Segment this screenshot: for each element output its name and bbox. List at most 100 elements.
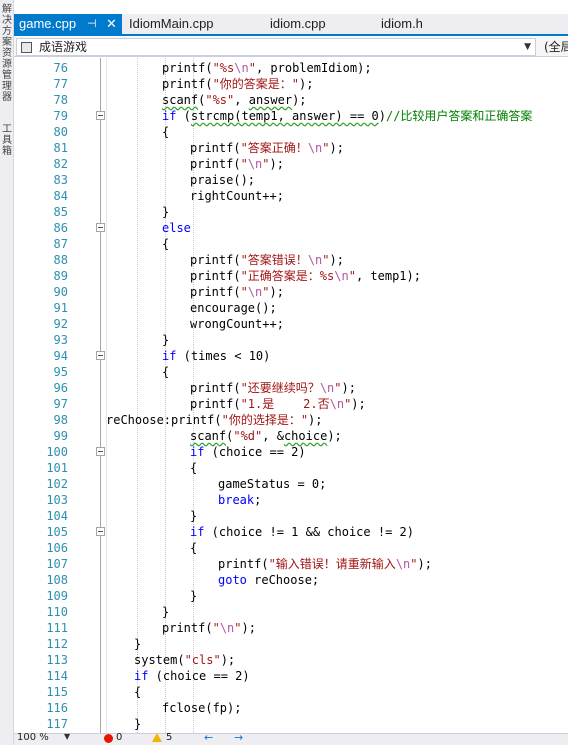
code-line[interactable]: 89 printf("正确答案是：%s\n", temp1);: [14, 268, 568, 284]
solution-explorer-tab[interactable]: 解决方案资源管理器: [1, 4, 13, 103]
code-line[interactable]: 85}: [14, 204, 568, 220]
code-line[interactable]: 83 praise();: [14, 172, 568, 188]
code-line[interactable]: 106 {: [14, 540, 568, 556]
error-count[interactable]: 0: [116, 732, 122, 743]
code-line[interactable]: 80 {: [14, 124, 568, 140]
code-text: }: [162, 333, 170, 347]
code-line[interactable]: 77 printf("你的答案是：");: [14, 76, 568, 92]
line-number: 85: [53, 205, 68, 219]
member-dropdown[interactable]: (全局: [544, 37, 568, 57]
side-panel-strip: 解决方案资源管理器 工具箱: [0, 0, 14, 745]
code-line[interactable]: 99 scanf("%d", &choice);: [14, 428, 568, 444]
error-icon[interactable]: [104, 734, 113, 743]
code-line[interactable]: 117}: [14, 716, 568, 732]
code-line[interactable]: 97 printf("1.是 2.否\n");: [14, 396, 568, 412]
code-text: printf("输入错误！请重新输入\n");: [218, 557, 432, 571]
line-number: 103: [46, 493, 68, 507]
code-text: break;: [218, 493, 262, 507]
code-line[interactable]: 108 goto reChoose;: [14, 572, 568, 588]
code-text: rightCount++;: [190, 189, 284, 203]
tab-label: game.cpp: [19, 16, 77, 31]
code-text: scanf("%d", &choice);: [190, 429, 342, 443]
code-line[interactable]: 94 if (times < 10): [14, 348, 568, 364]
code-line[interactable]: 82 printf("\n");: [14, 156, 568, 172]
line-number: 111: [46, 621, 68, 635]
code-line[interactable]: 95 {: [14, 364, 568, 380]
code-line[interactable]: 96 printf("还要继续吗？\n");: [14, 380, 568, 396]
code-text: }: [134, 637, 142, 651]
code-line[interactable]: 76 printf("%s\n", problemIdiom);: [14, 60, 568, 76]
code-text: }: [190, 509, 198, 523]
code-text: printf("正确答案是：%s\n", temp1);: [190, 269, 421, 283]
code-line[interactable]: 102 gameStatus = 0;: [14, 476, 568, 492]
line-number: 99: [53, 429, 68, 443]
code-line[interactable]: 86 else: [14, 220, 568, 236]
tab-idiommain-cpp[interactable]: IdiomMain.cpp: [129, 14, 214, 34]
code-line[interactable]: 98 reChoose:printf("你的选择是：");: [14, 412, 568, 428]
document-tab-bar: game.cpp ⊣ ✕ IdiomMain.cpp idiom.cpp idi…: [14, 14, 568, 36]
code-text: scanf("%s", answer);: [162, 93, 307, 107]
code-line[interactable]: 111 printf("\n");: [14, 620, 568, 636]
code-line[interactable]: 112}: [14, 636, 568, 652]
code-line[interactable]: 103 break;: [14, 492, 568, 508]
line-number: 117: [46, 717, 68, 731]
line-number: 86: [53, 221, 68, 235]
line-number: 87: [53, 237, 68, 251]
code-line[interactable]: 110}: [14, 604, 568, 620]
code-line[interactable]: 81 printf("答案正确！\n");: [14, 140, 568, 156]
code-line[interactable]: 114 if (choice == 2): [14, 668, 568, 684]
tab-idiom-cpp[interactable]: idiom.cpp: [270, 14, 326, 34]
code-line[interactable]: 90 printf("\n");: [14, 284, 568, 300]
navigation-bar: 成语游戏 ▼ (全局: [14, 37, 568, 57]
zoom-chevron-down-icon[interactable]: ▼: [64, 732, 70, 741]
code-text: if (times < 10): [162, 349, 271, 363]
code-line[interactable]: 84 rightCount++;: [14, 188, 568, 204]
line-number: 101: [46, 461, 68, 475]
line-number: 104: [46, 509, 68, 523]
chevron-down-icon[interactable]: ▼: [524, 39, 531, 55]
code-line[interactable]: 88 printf("答案错误！\n");: [14, 252, 568, 268]
code-line[interactable]: 100 if (choice == 2): [14, 444, 568, 460]
code-line[interactable]: 92 wrongCount++;: [14, 316, 568, 332]
code-line[interactable]: 115 {: [14, 684, 568, 700]
line-number: 83: [53, 173, 68, 187]
warning-icon[interactable]: [152, 733, 162, 742]
code-line[interactable]: 109}: [14, 588, 568, 604]
line-number: 93: [53, 333, 68, 347]
code-line[interactable]: 101 {: [14, 460, 568, 476]
line-number: 81: [53, 141, 68, 155]
pin-icon[interactable]: ⊣: [87, 14, 97, 34]
scope-dropdown[interactable]: 成语游戏 ▼: [16, 38, 536, 56]
code-line[interactable]: 116 fclose(fp);: [14, 700, 568, 716]
line-number: 88: [53, 253, 68, 267]
code-line[interactable]: 105 if (choice != 1 && choice != 2): [14, 524, 568, 540]
line-number: 97: [53, 397, 68, 411]
code-text: printf("你的答案是：");: [162, 77, 314, 91]
close-icon[interactable]: ✕: [106, 14, 117, 34]
code-line[interactable]: 78 scanf("%s", answer);: [14, 92, 568, 108]
code-line[interactable]: 113 system("cls");: [14, 652, 568, 668]
code-line[interactable]: 91 encourage();: [14, 300, 568, 316]
line-number: 82: [53, 157, 68, 171]
code-editor[interactable]: 76 printf("%s\n", problemIdiom); 77 printf(…: [14, 58, 568, 733]
code-text: if (strcmp(temp1, answer) == 0)//比较用户答案和…: [162, 109, 533, 123]
line-number: 107: [46, 557, 68, 571]
code-text: {: [190, 541, 198, 555]
line-number: 89: [53, 269, 68, 283]
line-number: 77: [53, 77, 68, 91]
code-line[interactable]: 87 {: [14, 236, 568, 252]
tab-idiom-h[interactable]: idiom.h: [381, 14, 423, 34]
code-line[interactable]: 104}: [14, 508, 568, 524]
line-number: 94: [53, 349, 68, 363]
zoom-level[interactable]: 100 %: [17, 732, 49, 743]
code-text: printf("\n");: [190, 285, 284, 299]
toolbox-tab[interactable]: 工具箱: [1, 124, 13, 157]
tab-game-cpp[interactable]: game.cpp ⊣ ✕: [14, 14, 122, 34]
code-line[interactable]: 79 if (strcmp(temp1, answer) == 0)//比较用户答…: [14, 108, 568, 124]
navigate-forward-icon[interactable]: →: [234, 731, 243, 744]
code-line[interactable]: 93}: [14, 332, 568, 348]
code-text: praise();: [190, 173, 256, 187]
warning-count[interactable]: 5: [166, 732, 172, 743]
navigate-back-icon[interactable]: ←: [204, 731, 213, 744]
code-line[interactable]: 107 printf("输入错误！请重新输入\n");: [14, 556, 568, 572]
